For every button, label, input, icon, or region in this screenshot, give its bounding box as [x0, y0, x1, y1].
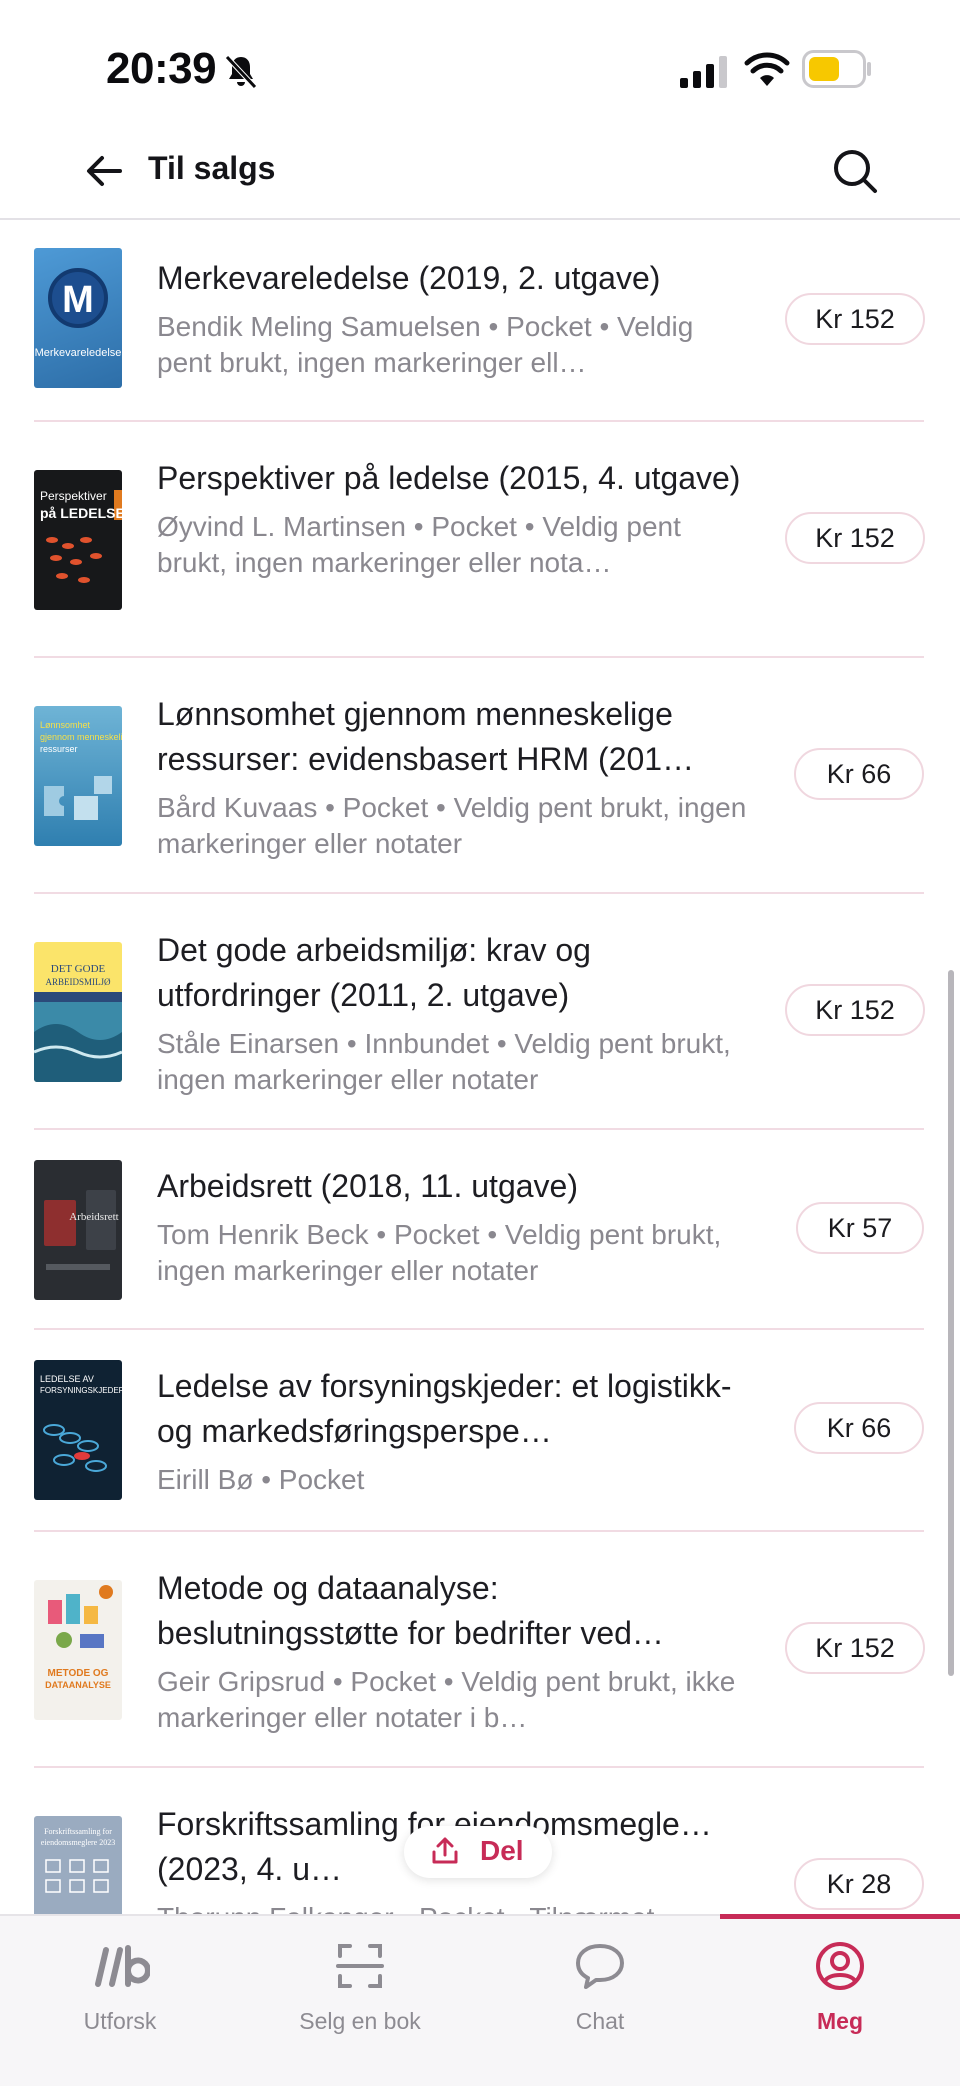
cover-title: på LEDELSE [40, 505, 122, 521]
price-badge: Kr 152 [785, 293, 925, 345]
svg-text:Perspektiver: Perspektiver [40, 489, 107, 503]
scrollbar[interactable] [948, 970, 954, 1676]
share-icon [432, 1837, 458, 1864]
book-cover-art: Lønnsomhet gjennom menneskelige ressurse… [40, 720, 122, 820]
book-cover: Forskriftssamling for eiendomsmeglere 20… [34, 1816, 122, 1916]
tab-me[interactable]: Meg [720, 1932, 960, 2052]
book-cover-art: Perspektiver på LEDELSE [40, 489, 122, 583]
book-cover-art: M Merkevareledelse [35, 268, 122, 359]
book-cover: METODE OG DATAANALYSE [34, 1580, 122, 1720]
svg-text:LEDELSE AV: LEDELSE AV [40, 1374, 94, 1384]
list-item[interactable]: Arbeidsrett Arbeidsrett (2018, 11. utgav… [0, 1130, 960, 1330]
svg-text:DATAANALYSE: DATAANALYSE [45, 1680, 111, 1690]
svg-text:Forskriftssamling for: Forskriftssamling for [44, 1827, 112, 1836]
list-item[interactable]: METODE OG DATAANALYSE Metode og dataanal… [0, 1532, 960, 1768]
wifi-icon [744, 52, 790, 86]
book-title: Metode og dataanalyse: beslutningsstøtte… [157, 1570, 664, 1651]
book-cover-art: LEDELSE AV FORSYNINGSKJEDER [40, 1374, 122, 1472]
book-details: Eirill Bø • Pocket [157, 1464, 365, 1495]
list-item[interactable]: Lønnsomhet gjennom menneskelige ressurse… [0, 658, 960, 894]
cover-title: FORSYNINGSKJEDER [40, 1386, 122, 1395]
book-details: Bård Kuvaas • Pocket • Veldig pent brukt… [157, 792, 747, 859]
tab-label: Selg en bok [299, 2008, 421, 2034]
book-cover: LEDELSE AV FORSYNINGSKJEDER [34, 1360, 122, 1500]
book-cover-art: Arbeidsrett [44, 1190, 119, 1270]
book-list: M Merkevareledelse Merkevareledelse (201… [0, 222, 960, 1916]
price-badge: Kr 66 [794, 1402, 924, 1454]
tab-label: Chat [575, 2008, 625, 2034]
list-item[interactable]: LEDELSE AV FORSYNINGSKJEDER Ledelse av f… [0, 1330, 960, 1532]
svg-text:gjennom menneskelige: gjennom menneskelige [40, 732, 122, 742]
svg-text:Lønnsomhet: Lønnsomhet [40, 720, 91, 730]
svg-text:DET GODE: DET GODE [51, 963, 106, 975]
book-cover: Perspektiver på LEDELSE [34, 470, 122, 610]
book-cover: Arbeidsrett [34, 1160, 122, 1300]
active-tab-indicator [720, 1914, 960, 1919]
svg-text:ressurser: ressurser [40, 744, 78, 754]
price-badge: Kr 152 [785, 512, 925, 564]
book-cover-art: DET GODE ARBEIDSMILJØ [34, 963, 122, 1082]
svg-text:METODE OG: METODE OG [48, 1668, 109, 1679]
profile-icon [816, 1942, 864, 1990]
cellular-signal-icon [680, 56, 727, 88]
list-item[interactable]: Perspektiver på LEDELSE Perspektiver på … [0, 422, 960, 658]
page-title: Til salgs [148, 150, 276, 186]
tab-chat[interactable]: Chat [480, 1932, 720, 2052]
bell-muted-icon [225, 55, 257, 89]
book-cover: DET GODE ARBEIDSMILJØ [34, 942, 122, 1082]
status-time: 20:39 [106, 44, 217, 93]
battery-icon [802, 50, 871, 88]
tab-label: Meg [817, 2008, 863, 2034]
back-arrow-icon[interactable] [82, 148, 126, 194]
book-details: Bendik Meling Samuelsen • Pocket • Veldi… [157, 311, 694, 378]
list-item[interactable]: M Merkevareledelse Merkevareledelse (201… [0, 222, 960, 422]
book-cover-art: METODE OG DATAANALYSE [45, 1585, 113, 1690]
search-icon[interactable] [830, 146, 880, 196]
book-details: Ståle Einarsen • Innbundet • Veldig pent… [157, 1028, 731, 1095]
price-badge: Kr 152 [785, 984, 925, 1036]
book-details: Geir Gripsrud • Pocket • Veldig pent bru… [157, 1666, 736, 1733]
explore-logo-icon [95, 1945, 150, 1987]
price-badge: Kr 57 [796, 1202, 924, 1254]
book-title: Lønnsomhet gjennom menneskelige ressurse… [157, 696, 695, 777]
book-cover-art: Forskriftssamling for eiendomsmeglere 20… [41, 1827, 115, 1893]
bottom-tab-bar: Utforsk Selg en bok Chat Meg [0, 1914, 960, 2086]
book-title: Det gode arbeidsmiljø: krav og utfordrin… [157, 932, 591, 1013]
price-badge: Kr 66 [794, 748, 924, 800]
book-title: Arbeidsrett (2018, 11. utgave) [157, 1168, 578, 1204]
scan-icon [336, 1944, 384, 1988]
tab-sell-book[interactable]: Selg en bok [240, 1932, 480, 2052]
book-details: Øyvind L. Martinsen • Pocket • Veldig pe… [157, 511, 681, 578]
status-bar: 20:39 [0, 0, 960, 140]
book-details: Tom Henrik Beck • Pocket • Veldig pent b… [157, 1219, 722, 1286]
tab-label: Utforsk [83, 2008, 157, 2034]
book-cover: M Merkevareledelse [34, 248, 122, 388]
book-cover: Lønnsomhet gjennom menneskelige ressurse… [34, 706, 122, 846]
cover-title: Merkevareledelse [35, 347, 122, 359]
svg-text:eiendomsmeglere 2023: eiendomsmeglere 2023 [41, 1838, 115, 1847]
cover-title: Arbeidsrett [69, 1211, 118, 1223]
share-label: Del [480, 1835, 524, 1866]
book-title: Ledelse av forsyningskjeder: et logistik… [157, 1368, 732, 1449]
chat-bubble-icon [576, 1944, 624, 1989]
book-title: Perspektiver på ledelse (2015, 4. utgave… [157, 460, 741, 496]
list-item[interactable]: DET GODE ARBEIDSMILJØ Det gode arbeidsmi… [0, 894, 960, 1130]
top-app-bar: Til salgs [0, 140, 960, 220]
price-badge: Kr 152 [785, 1622, 925, 1674]
tab-explore[interactable]: Utforsk [0, 1932, 240, 2052]
book-title: Merkevareledelse (2019, 2. utgave) [157, 260, 661, 296]
svg-text:M: M [62, 279, 94, 321]
price-badge: Kr 28 [794, 1858, 924, 1910]
cover-title: ARBEIDSMILJØ [45, 977, 111, 987]
share-button[interactable]: Del [404, 1826, 552, 1878]
